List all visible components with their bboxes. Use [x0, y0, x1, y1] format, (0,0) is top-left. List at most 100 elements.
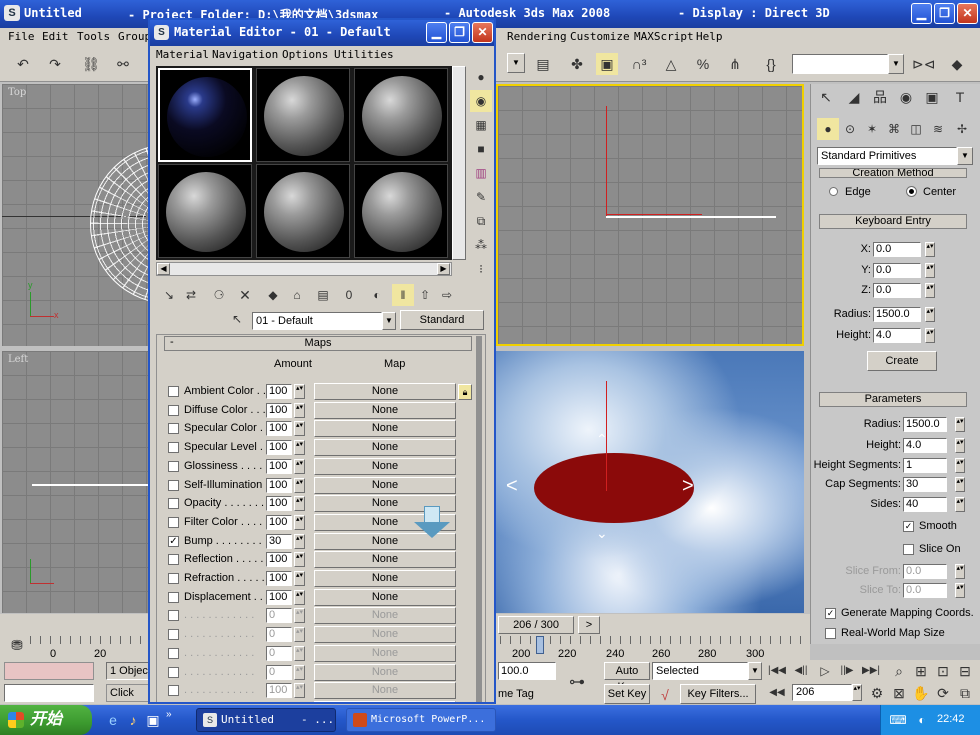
mirror-icon[interactable]: ⊳⊲	[912, 53, 935, 75]
menu-customize[interactable]: Customize	[566, 28, 634, 46]
me-maximize-button[interactable]: ❐	[449, 22, 470, 43]
map-amount-spinner[interactable]: ▴▾	[294, 683, 305, 699]
maps-scrollbar[interactable]	[476, 336, 482, 702]
map-slot-button[interactable]: None	[314, 401, 456, 419]
sample-slot-6[interactable]	[354, 164, 448, 258]
map-enable-checkbox[interactable]	[168, 629, 179, 641]
creation-method-rollout[interactable]: Creation Method	[819, 168, 967, 178]
map-amount-field[interactable]: 100	[266, 402, 292, 418]
map-enable-checkbox[interactable]	[168, 479, 179, 491]
material-navigator-icon[interactable]: ⁝	[470, 258, 492, 280]
keyboard-entry-rollout[interactable]: Keyboard Entry	[819, 214, 967, 229]
map-enable-checkbox[interactable]	[168, 554, 179, 566]
map-amount-field[interactable]: 0	[266, 608, 292, 624]
zoom-extents-icon[interactable]: ⊡	[932, 660, 954, 682]
unlink-icon[interactable]: ⚯	[112, 53, 134, 75]
smooth-label[interactable]: Smooth	[919, 520, 957, 532]
start-button[interactable]: 开始	[0, 705, 92, 735]
assign-material-icon[interactable]: ⚆	[208, 284, 230, 306]
undo-icon[interactable]: ↶	[12, 53, 34, 75]
me-close-button[interactable]: ✕	[472, 22, 493, 43]
task-powerpoint[interactable]: Microsoft PowerP...	[346, 708, 496, 732]
maximize-viewport-icon[interactable]: ⧉	[954, 682, 976, 704]
selected-dropdown-arrow[interactable]: ▼	[748, 662, 762, 680]
map-slot-button[interactable]: None	[314, 439, 456, 457]
sample-slot-5[interactable]	[256, 164, 350, 258]
slots-scrollbar-h[interactable]: ◀ ▶	[156, 262, 452, 276]
map-amount-field[interactable]: 0	[266, 627, 292, 643]
kb-x-spinner[interactable]: ▴▾	[925, 242, 935, 257]
p-sides-field[interactable]: 40	[903, 497, 947, 512]
gen-mapping-checkbox[interactable]: ✓	[825, 608, 836, 619]
sample-slot-1[interactable]	[158, 68, 252, 162]
key-filters-button[interactable]: Key Filters...	[680, 684, 756, 704]
geometry-icon[interactable]: ●	[817, 118, 839, 140]
map-amount-spinner[interactable]: ▴▾	[294, 533, 305, 549]
material-id-icon[interactable]: 0	[338, 284, 360, 306]
put-to-scene-icon[interactable]: ⇄	[180, 284, 202, 306]
quicklaunch-media-icon[interactable]: ♪	[122, 709, 144, 731]
tray-help-icon[interactable]: ◐	[911, 709, 933, 731]
current-frame-spinner[interactable]: ▴▾	[852, 684, 862, 701]
set-key-filter-icon[interactable]: √	[654, 684, 676, 706]
map-slot-button[interactable]: None	[314, 663, 456, 681]
p-radius-field[interactable]: 1500.0	[903, 417, 947, 432]
track-bar-cursor[interactable]	[536, 636, 544, 654]
me-menu-utilities[interactable]: Utilities	[334, 48, 394, 61]
kb-z-field[interactable]: 0.0	[873, 283, 921, 298]
map-enable-checkbox[interactable]	[168, 685, 179, 697]
material-name-field[interactable]: 01 - Default	[252, 312, 382, 330]
motion-tab-icon[interactable]: ◉	[895, 86, 917, 108]
options-icon[interactable]: ⧉	[470, 210, 492, 232]
map-amount-field[interactable]: 100	[266, 701, 292, 702]
map-amount-spinner[interactable]: ▴▾	[294, 458, 305, 474]
next-frame-icon[interactable]: ||▶	[836, 660, 858, 682]
p-height-field[interactable]: 4.0	[903, 438, 947, 453]
background-icon[interactable]: ▦	[470, 114, 492, 136]
map-amount-spinner[interactable]: ▴▾	[294, 571, 305, 586]
gen-mapping-label[interactable]: Generate Mapping Coords.	[841, 607, 974, 619]
named-selection-field[interactable]	[792, 54, 888, 74]
map-slot-button[interactable]: None	[314, 682, 456, 700]
slice-on-label[interactable]: Slice On	[919, 543, 961, 555]
box-select-icon[interactable]: ▣	[596, 53, 618, 75]
create-tab-icon[interactable]: ↖	[815, 86, 837, 108]
map-amount-spinner[interactable]: ▴▾	[294, 402, 305, 418]
map-amount-field[interactable]: 100	[266, 440, 292, 456]
map-slot-button[interactable]: None	[314, 457, 456, 475]
map-enable-checkbox[interactable]	[168, 404, 179, 416]
selected-dropdown[interactable]: Selected	[652, 662, 748, 680]
map-enable-checkbox[interactable]	[168, 516, 179, 528]
map-amount-field[interactable]: 100	[266, 552, 292, 568]
quicklaunch-desktop-icon[interactable]: ▣	[142, 709, 164, 731]
map-amount-spinner[interactable]: ▴▾	[294, 701, 305, 702]
map-amount-spinner[interactable]: ▴▾	[294, 552, 305, 568]
track-view-icon[interactable]: ⛃	[6, 634, 28, 656]
p-radius-spinner[interactable]: ▴▾	[955, 417, 965, 432]
p-capseg-field[interactable]: 30	[903, 477, 947, 492]
named-selection-icon[interactable]: {}	[760, 53, 782, 75]
set-key-button[interactable]: Set Key	[604, 684, 650, 704]
me-menu-navigation[interactable]: Navigation	[212, 48, 278, 61]
tray-keyboard-icon[interactable]: ⌨	[887, 709, 909, 731]
map-slot-button[interactable]: None	[314, 644, 456, 662]
map-amount-field[interactable]: 100	[266, 514, 292, 530]
p-hseg-field[interactable]: 1	[903, 458, 947, 473]
map-slot-button[interactable]: None	[314, 420, 456, 438]
put-to-library-icon[interactable]: ▤	[312, 284, 334, 306]
sample-slot-3[interactable]	[354, 68, 448, 162]
shapes-icon[interactable]: ⊙	[839, 118, 861, 140]
p-hseg-spinner[interactable]: ▴▾	[955, 458, 965, 473]
map-enable-checkbox[interactable]	[168, 498, 179, 510]
scroll-right-arrow[interactable]: ▶	[437, 263, 450, 275]
viewport-perspective[interactable]: < > ⌃ ⌄	[496, 351, 804, 613]
map-amount-field[interactable]: 100	[266, 589, 292, 605]
map-amount-field[interactable]: 100	[266, 421, 292, 437]
align-icon[interactable]: ◆	[946, 53, 968, 75]
material-name-arrow[interactable]: ▼	[382, 312, 396, 330]
layer-icon[interactable]: ▤	[532, 53, 554, 75]
map-amount-spinner[interactable]: ▴▾	[294, 608, 305, 624]
material-type-button[interactable]: Standard	[400, 310, 484, 330]
map-enable-checkbox[interactable]	[168, 460, 179, 472]
key-icon[interactable]: ⊶	[566, 672, 588, 694]
